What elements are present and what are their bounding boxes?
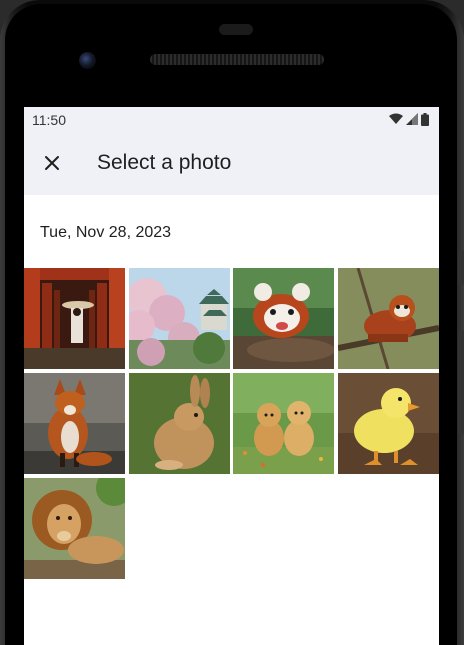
photo-grid	[24, 268, 439, 579]
close-button[interactable]	[40, 151, 64, 175]
wifi-icon	[389, 113, 403, 124]
photo-two-puppies[interactable]	[233, 373, 334, 474]
status-time: 11:50	[32, 112, 66, 128]
volume-button[interactable]	[458, 330, 464, 435]
date-header: Tue, Nov 28, 2023	[40, 224, 172, 241]
page-title: Select a photo	[97, 151, 232, 174]
photo-torii-gates[interactable]	[24, 268, 125, 369]
earpiece	[219, 24, 253, 35]
photo-duckling[interactable]	[337, 373, 439, 474]
photo-cherry-blossom-castle[interactable]	[128, 268, 230, 369]
photo-red-fox[interactable]	[24, 373, 125, 474]
signal-icon	[406, 113, 418, 125]
battery-icon	[421, 112, 429, 126]
photo-lion[interactable]	[24, 478, 125, 579]
front-camera	[79, 52, 96, 69]
screen: 11:50 Select a photo Tue, Nov 28, 2023	[24, 107, 439, 645]
photo-rabbit[interactable]	[128, 373, 230, 474]
close-icon	[45, 156, 59, 170]
app-bar: Select a photo	[24, 131, 439, 195]
photo-red-panda-log[interactable]	[233, 268, 334, 369]
speaker-grille	[150, 54, 324, 65]
power-button[interactable]	[458, 250, 464, 285]
status-icons	[389, 112, 429, 126]
photo-red-panda-tree[interactable]	[337, 268, 439, 369]
status-bar: 11:50	[24, 107, 439, 131]
